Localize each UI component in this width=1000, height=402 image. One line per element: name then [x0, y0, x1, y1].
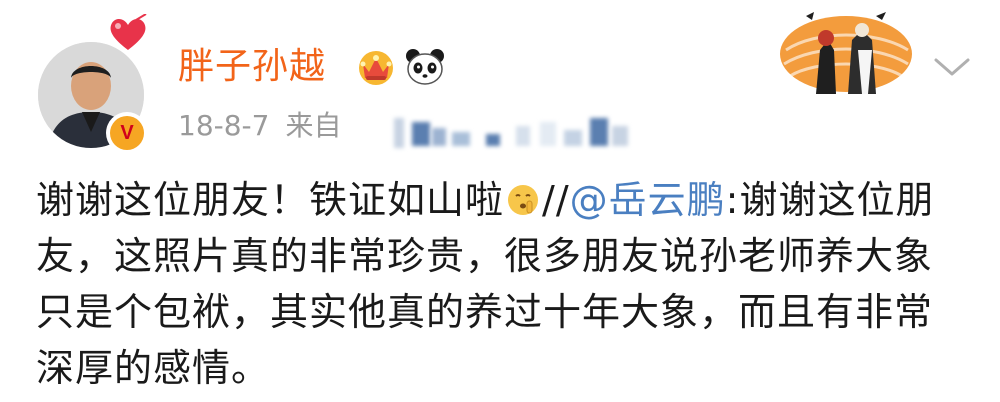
panda-icon	[406, 49, 444, 85]
post-meta: 18-8-7 来自	[178, 104, 341, 148]
post-date[interactable]: 18-8-7	[178, 109, 269, 142]
post-text-part1: 谢谢这位朋友！铁证如山啦	[36, 178, 505, 222]
post-body: 谢谢这位朋友！铁证如山啦//@岳云鹏:谢谢这位朋友，这照片真的非常珍贵，很多朋友…	[36, 172, 966, 396]
verified-v-icon: V	[110, 116, 144, 150]
verified-badge: V	[106, 112, 148, 154]
shush-emoji-icon	[508, 185, 539, 215]
source-prefix: 来自	[285, 109, 342, 142]
chevron-down-icon[interactable]	[932, 54, 972, 80]
crown-member-icon[interactable]	[354, 44, 398, 88]
card-decoration-image[interactable]	[776, 10, 916, 94]
username[interactable]: 胖子孙越	[178, 42, 326, 92]
mention-link[interactable]: @岳云鹏	[570, 178, 726, 222]
blurred-source	[390, 112, 640, 156]
repost-separator: //	[542, 178, 570, 222]
weibo-post: V 胖子孙越 18-8-7 来自 谢谢这位朋友！铁证如山啦 //@岳云鹏:谢谢这…	[0, 0, 1000, 402]
